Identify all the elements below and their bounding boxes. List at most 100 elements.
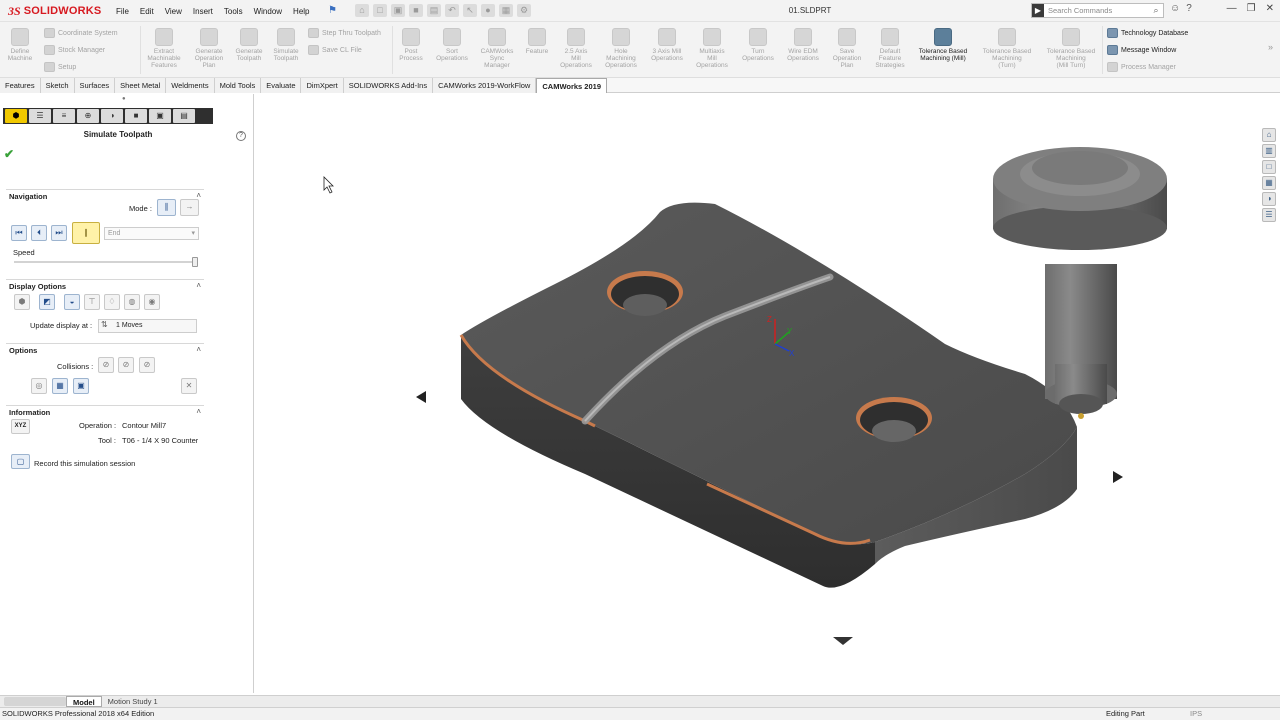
- generate-operation-plan-button[interactable]: Generate Operation Plan: [189, 28, 229, 69]
- rewind-button[interactable]: ⏮: [11, 225, 27, 241]
- tolerance-based-machining-turn-button[interactable]: Tolerance Based Machining (Turn): [977, 28, 1037, 69]
- view-palette-icon[interactable]: ▦: [1262, 176, 1276, 190]
- solidworks-logo[interactable]: 3S SOLIDWORKS: [8, 3, 101, 19]
- appearances-icon[interactable]: ◑: [1262, 192, 1276, 206]
- camworks-feature-tree-tab-icon[interactable]: ⬢: [5, 109, 27, 123]
- tab-motion-study-1[interactable]: Motion Study 1: [102, 696, 164, 707]
- process-manager-button[interactable]: Process Manager: [1107, 62, 1176, 72]
- tolerance-based-machining-mill-turn-button[interactable]: Tolerance Based Machining (Mill Turn): [1041, 28, 1101, 69]
- show-part-button[interactable]: ⬢: [14, 294, 30, 310]
- technology-database-button[interactable]: Technology Database: [1107, 28, 1188, 38]
- tab-model[interactable]: Model: [66, 696, 102, 707]
- step-back-button[interactable]: ⏴: [31, 225, 47, 241]
- user-icon[interactable]: ☺: [1170, 3, 1180, 14]
- speed-slider-thumb[interactable]: [192, 257, 198, 267]
- new-document-icon[interactable]: □: [373, 4, 387, 17]
- select-icon[interactable]: ↖: [463, 4, 477, 17]
- rebuild-icon[interactable]: ●: [481, 4, 495, 17]
- file-explorer-icon[interactable]: □: [1262, 160, 1276, 174]
- moves-spinner-icon[interactable]: ⇅: [101, 320, 108, 329]
- tab-camworks-2019[interactable]: CAMWorks 2019: [536, 78, 607, 93]
- camworks-operation-tree-tab-icon[interactable]: ■: [125, 109, 147, 123]
- coordinate-system-button[interactable]: Coordinate System: [44, 28, 118, 38]
- mode-cut-button[interactable]: →: [180, 199, 199, 216]
- default-feature-strategies-button[interactable]: Default Feature Strategies: [870, 28, 910, 69]
- show-holder-button[interactable]: ♢: [104, 294, 120, 310]
- sort-operations-button[interactable]: Sort Operations: [432, 28, 472, 62]
- turn-operations-button[interactable]: Turn Operations: [738, 28, 778, 62]
- hole-machining-operations-button[interactable]: Hole Machining Operations: [601, 28, 641, 69]
- step-forward-button[interactable]: ⏭: [51, 225, 67, 241]
- stock-manager-button[interactable]: Stock Manager: [44, 45, 105, 55]
- tab-sketch[interactable]: Sketch: [40, 78, 75, 93]
- speed-slider-track[interactable]: [14, 261, 198, 263]
- save-cl-file-button[interactable]: Save CL File: [308, 45, 362, 55]
- show-fixture-button[interactable]: ◍: [124, 294, 140, 310]
- pin-menu-icon[interactable]: ⚑: [328, 5, 337, 16]
- camworks-sync-manager-button[interactable]: CAMWorks Sync Manager: [477, 28, 517, 69]
- minimize-icon[interactable]: —: [1227, 3, 1237, 14]
- define-machine-button[interactable]: Define Machine: [0, 28, 40, 62]
- open-icon[interactable]: ▣: [391, 4, 405, 17]
- 2-5-axis-mill-operations-button[interactable]: 2.5 Axis Mill Operations: [556, 28, 596, 69]
- display-manager-tab-icon[interactable]: ◑: [101, 109, 123, 123]
- tab-scroll-arrows[interactable]: [4, 697, 66, 706]
- close-icon[interactable]: ✕: [1266, 3, 1274, 14]
- setup-button[interactable]: Setup: [44, 62, 76, 72]
- tab-evaluate[interactable]: Evaluate: [261, 78, 302, 93]
- reset-simulation-button[interactable]: ✕: [181, 378, 197, 394]
- search-icon[interactable]: ⌕: [1149, 5, 1163, 16]
- tab-features[interactable]: Features: [0, 78, 41, 93]
- generate-toolpath-button[interactable]: Generate Toolpath: [229, 28, 269, 62]
- menu-window[interactable]: Window: [254, 7, 282, 16]
- collision-check-holder-button[interactable]: ⊘: [118, 357, 134, 373]
- show-target-button[interactable]: ◒: [64, 294, 80, 310]
- pause-button[interactable]: ∥: [72, 222, 100, 244]
- collapse-chevron-icon[interactable]: ˄: [196, 281, 201, 290]
- feature-button[interactable]: Feature: [517, 28, 557, 55]
- tab-mold-tools[interactable]: Mold Tools: [214, 78, 262, 93]
- collision-check-fixture-button[interactable]: ⊘: [139, 357, 155, 373]
- search-commands[interactable]: ▶ Search Commands ⌕: [1031, 3, 1164, 18]
- collapse-chevron-icon[interactable]: ˄: [196, 407, 201, 416]
- step-target-select[interactable]: End: [104, 227, 199, 240]
- units-indicator[interactable]: IPS: [1190, 708, 1202, 720]
- save-stock-button[interactable]: ◎: [31, 378, 47, 394]
- help-icon[interactable]: ?: [236, 131, 246, 141]
- save-simulation-button[interactable]: ▣: [73, 378, 89, 394]
- ok-checkmark-icon[interactable]: ✔: [4, 147, 14, 161]
- extract-machinable-features-button[interactable]: Extract Machinable Features: [144, 28, 184, 69]
- save-icon[interactable]: ■: [409, 4, 423, 17]
- update-moves-input[interactable]: 1 Moves: [98, 319, 197, 333]
- record-camera-icon[interactable]: ▢: [11, 454, 30, 469]
- camworks-nc-manager-tab-icon[interactable]: ▤: [173, 109, 195, 123]
- custom-properties-icon[interactable]: ☰: [1262, 208, 1276, 222]
- wire-edm-operations-button[interactable]: Wire EDM Operations: [783, 28, 823, 62]
- solidworks-resources-icon[interactable]: ⌂: [1262, 128, 1276, 142]
- menu-edit[interactable]: Edit: [140, 7, 154, 16]
- help-icon[interactable]: ?: [1186, 3, 1192, 14]
- collapse-chevron-icon[interactable]: ˄: [196, 345, 201, 354]
- search-input[interactable]: Search Commands: [1044, 6, 1149, 15]
- menu-file[interactable]: File: [116, 7, 129, 16]
- post-process-button[interactable]: Post Process: [391, 28, 431, 62]
- show-stock-button[interactable]: ◩: [39, 294, 55, 310]
- graphics-viewport[interactable]: Y X Z: [255, 94, 1260, 693]
- menu-tools[interactable]: Tools: [224, 7, 243, 16]
- camworks-tool-tree-tab-icon[interactable]: ▣: [149, 109, 171, 123]
- tab-sheet-metal[interactable]: Sheet Metal: [115, 78, 167, 93]
- print-icon[interactable]: ▤: [427, 4, 441, 17]
- tab-solidworks-add-ins[interactable]: SOLIDWORKS Add-Ins: [343, 78, 434, 93]
- home-icon[interactable]: ⌂: [355, 4, 369, 17]
- mode-toolpath-button[interactable]: ∥: [157, 199, 176, 216]
- restore-icon[interactable]: ❐: [1247, 3, 1256, 14]
- undo-icon[interactable]: ↶: [445, 4, 459, 17]
- options-gear-icon[interactable]: ⚙: [517, 4, 531, 17]
- dimxpert-tab-icon[interactable]: ⊕: [77, 109, 99, 123]
- tab-dimxpert[interactable]: DimXpert: [301, 78, 344, 93]
- menu-help[interactable]: Help: [293, 7, 309, 16]
- file-properties-icon[interactable]: ▦: [499, 4, 513, 17]
- tolerance-based-machining-mill-button[interactable]: Tolerance Based Machining (Mill): [913, 28, 973, 62]
- 3-axis-mill-operations-button[interactable]: 3 Axis Mill Operations: [647, 28, 687, 62]
- panel-collapse-dot-icon[interactable]: ●: [122, 96, 126, 102]
